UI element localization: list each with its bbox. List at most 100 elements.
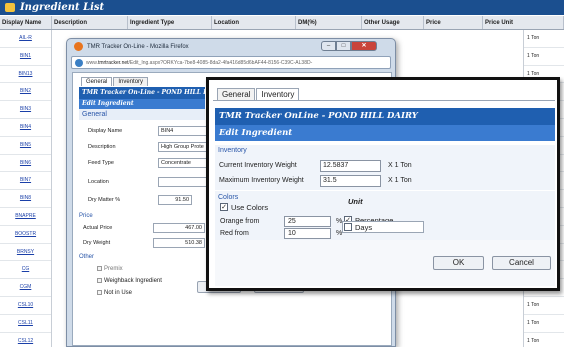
column-header-description[interactable]: Description [52, 16, 128, 29]
ingredient-link[interactable]: BIN2 [20, 88, 31, 94]
price-section-title: Price [79, 213, 93, 219]
display-name-column: AIL-R BIN1 BIN13 BIN2 BIN3 BIN4 BIN5 BIN… [0, 30, 52, 347]
app-title: Ingredient List [20, 2, 105, 13]
table-row: CSL12 [0, 333, 51, 347]
ingredient-link[interactable]: BIN8 [20, 195, 31, 201]
dry-matter-label: Dry Matter % [88, 197, 121, 203]
description-label: Description [88, 144, 116, 150]
ingredient-link[interactable]: BIN6 [20, 160, 31, 166]
firefox-icon [74, 42, 83, 51]
ingredient-link[interactable]: AIL-R [19, 35, 32, 41]
ingredient-link[interactable]: CSL12 [18, 338, 33, 344]
current-inventory-label: Current Inventory Weight [219, 162, 297, 169]
feed-type-label: Feed Type [88, 160, 114, 166]
max-inventory-input[interactable]: 31.5 [320, 175, 381, 187]
ff-edit-title: Edit Ingredient [79, 99, 205, 109]
ingredient-link[interactable]: BIN1 [20, 53, 31, 59]
firefox-titlebar[interactable]: TMR Tracker On-Line - Mozilla Firefox – … [67, 39, 395, 55]
table-row: BIN7 [0, 172, 51, 191]
ingredient-link[interactable]: BNAPRE [15, 213, 36, 219]
max-inventory-label: Maximum Inventory Weight [219, 177, 304, 184]
checkbox-box [97, 278, 102, 283]
general-section-title: General [79, 109, 205, 120]
inventory-section-title: Inventory [218, 147, 247, 154]
weighback-checkbox[interactable]: Weighback Ingredient [97, 278, 162, 284]
red-from-label: Red from [220, 230, 249, 237]
column-header-price[interactable]: Price [424, 16, 483, 29]
table-row: BRNSY [0, 244, 51, 262]
dry-weight-input[interactable]: 510.38 [153, 238, 205, 248]
inventory-edit-title: Edit Ingredient [215, 125, 555, 141]
use-colors-checkbox[interactable]: ✓ Use Colors [220, 203, 268, 213]
checkbox-box [97, 290, 102, 295]
display-name-input[interactable]: BIN4 [158, 126, 210, 136]
current-inventory-unit: X 1 Ton [388, 162, 412, 169]
column-header-location[interactable]: Location [212, 16, 296, 29]
price-unit-cell: 1 Ton [524, 333, 564, 347]
column-header-price-unit[interactable]: Price Unit [483, 16, 564, 29]
globe-icon [75, 59, 83, 67]
dry-weight-label: Dry Weight [83, 240, 111, 246]
price-unit-cell: 1 Ton [524, 48, 564, 66]
ingredient-link[interactable]: BIN3 [20, 106, 31, 112]
url-bar[interactable]: www.tmrtracker.net/Edit_Ing.aspx?ORKYca-… [71, 56, 391, 69]
maximize-button[interactable]: □ [336, 41, 351, 51]
table-row: BIN4 [0, 119, 51, 137]
url-text: www.tmrtracker.net/Edit_Ing.aspx?ORKYca-… [86, 60, 313, 66]
column-header-other-usage[interactable]: Other Usage [362, 16, 424, 29]
tab-divider [213, 100, 555, 101]
table-row: BIN5 [0, 137, 51, 155]
ingredient-link[interactable]: CSL10 [18, 302, 33, 308]
check-icon: ✓ [220, 203, 228, 212]
table-row: CSL10 [0, 297, 51, 315]
ingredient-link[interactable]: BOOSTR [15, 231, 36, 237]
close-button[interactable]: ✕ [351, 41, 377, 51]
ingredient-link[interactable]: BIN13 [19, 71, 33, 77]
orange-from-input[interactable]: 25 [284, 216, 331, 227]
not-in-use-checkbox[interactable]: Not in Use [97, 290, 132, 296]
table-row: BIN1 [0, 48, 51, 66]
ingredient-link[interactable]: BRNSY [17, 249, 34, 255]
location-label: Location [88, 179, 109, 185]
actual-price-label: Actual Price [83, 225, 113, 231]
table-row: BIN3 [0, 101, 51, 119]
table-row: CSL11 [0, 315, 51, 333]
table-row: CG [0, 261, 51, 280]
actual-price-input[interactable]: 467.00 [153, 223, 205, 233]
column-header-display-name[interactable]: Display Name [0, 16, 52, 29]
days-checkbox[interactable]: Days [344, 223, 372, 233]
ok-button[interactable]: OK [433, 256, 484, 270]
premix-checkbox[interactable]: Premix [97, 266, 123, 272]
ingredient-link[interactable]: BIN7 [20, 177, 31, 183]
price-unit-cell: 1 Ton [524, 315, 564, 333]
minimize-button[interactable]: – [321, 41, 336, 51]
ingredient-link[interactable]: BIN4 [20, 124, 31, 130]
column-header-dm[interactable]: DM(%) [296, 16, 362, 29]
ingredient-link[interactable]: CG [22, 266, 30, 272]
red-from-input[interactable]: 10 [284, 228, 331, 239]
price-unit-cell: 1 Ton [524, 297, 564, 315]
table-row: BIN13 [0, 66, 51, 84]
inventory-app-title: TMR Tracker OnLine - POND HILL DAIRY [215, 108, 555, 125]
checkbox-box [97, 266, 102, 271]
ingredient-link[interactable]: CGM [20, 284, 32, 290]
window-controls: – □ ✕ [321, 41, 377, 51]
ingredient-link[interactable]: CSL11 [18, 320, 33, 326]
app-title-bar: Ingredient List [0, 0, 564, 15]
current-inventory-input[interactable]: 12.5837 [320, 160, 381, 172]
ingredient-list-icon [5, 3, 15, 12]
tab-inventory[interactable]: Inventory [113, 77, 149, 86]
grid-header: Display Name Description Ingredient Type… [0, 16, 564, 30]
price-unit-cell: 1 Ton [524, 30, 564, 48]
column-header-ingredient-type[interactable]: Ingredient Type [128, 16, 212, 29]
ingredient-link[interactable]: BIN5 [20, 142, 31, 148]
table-row: BIN2 [0, 83, 51, 102]
dry-matter-input[interactable]: 91.50 [158, 195, 192, 205]
cancel-button[interactable]: Cancel [492, 256, 551, 270]
table-row: AIL-R [0, 30, 51, 48]
table-row: BIN8 [0, 190, 51, 208]
tab-general[interactable]: General [81, 77, 113, 86]
orange-from-label: Orange from [220, 218, 260, 225]
checkbox-box [344, 223, 352, 232]
table-row: BOOSTR [0, 226, 51, 244]
